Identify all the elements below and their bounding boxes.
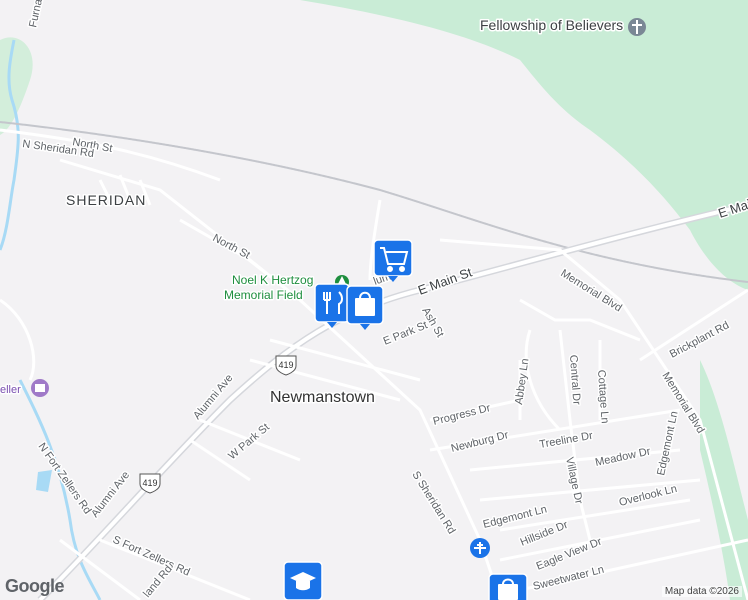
airport-icon[interactable] (470, 538, 490, 558)
label-town: Newmanstown (270, 389, 375, 406)
marker-restaurant[interactable] (314, 283, 350, 328)
label-park-line1: Noel K Hertzog (232, 273, 313, 287)
route-number: 419 (142, 478, 157, 488)
label-eller: eller (0, 384, 21, 396)
marker-shop-main[interactable] (346, 285, 384, 330)
church-icon (628, 18, 646, 36)
marker-shop-south[interactable] (488, 573, 528, 600)
marker-grocery-store[interactable] (373, 239, 413, 282)
marker-school[interactable] (283, 561, 323, 600)
map-attribution[interactable]: Map data ©2026 (661, 586, 742, 597)
route-number: 419 (278, 360, 293, 370)
label-fellowship: Fellowship of Believers (480, 17, 623, 33)
label-park-line2: Memorial Field (224, 288, 303, 302)
museum-icon (31, 379, 49, 397)
label-sheridan: SHERIDAN (66, 192, 146, 208)
google-logo: Google (5, 576, 65, 596)
map-canvas[interactable]: Fellowship of Believers SHERIDAN Newmans… (0, 0, 748, 600)
